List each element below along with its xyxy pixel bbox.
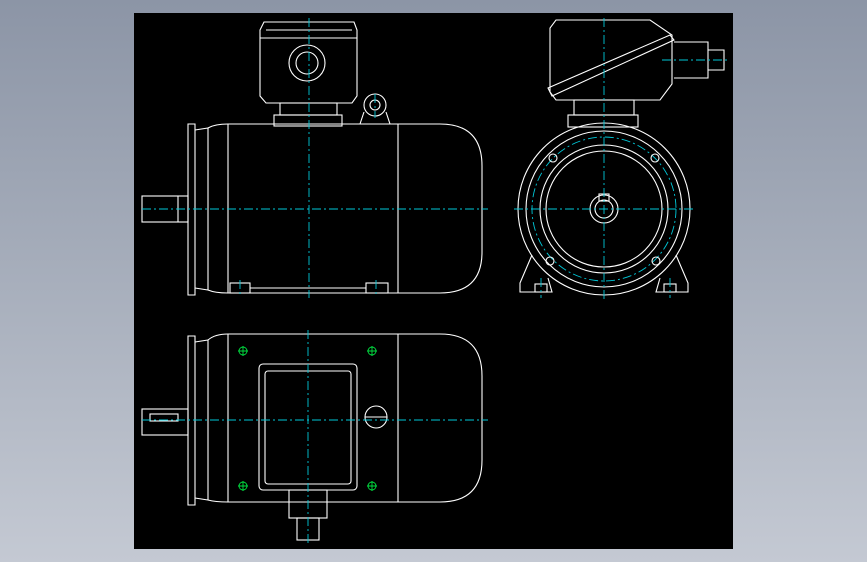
drawing-canvas	[134, 13, 733, 549]
cad-viewport[interactable]	[0, 0, 867, 562]
